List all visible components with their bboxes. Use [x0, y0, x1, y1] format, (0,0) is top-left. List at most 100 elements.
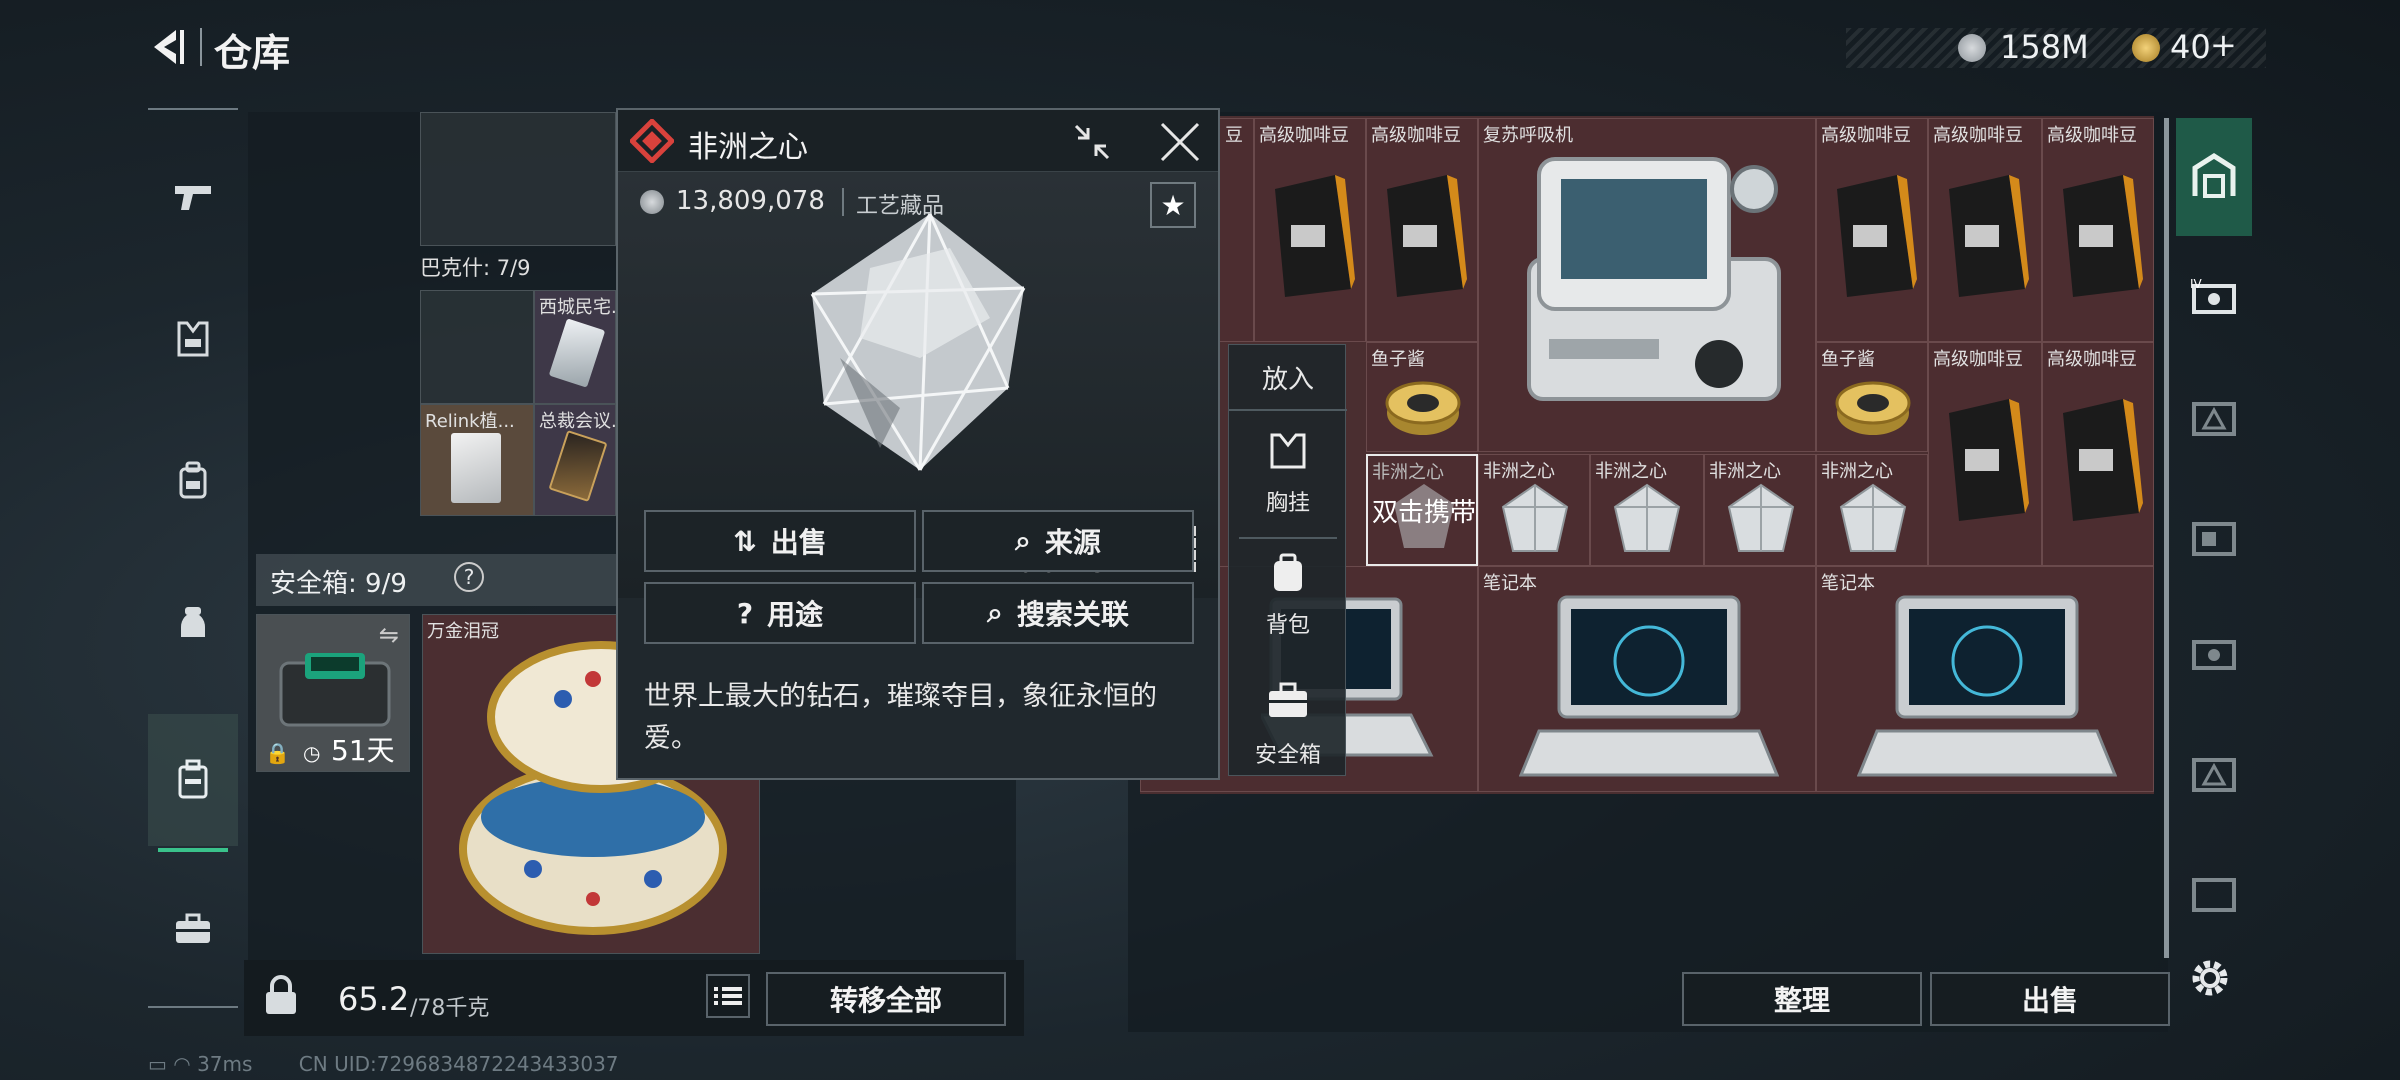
respirator-image: [1527, 157, 1781, 401]
sell-all-button[interactable]: 出售: [1930, 972, 2170, 1026]
sell-button[interactable]: ⇅ 出售: [644, 510, 916, 572]
timer-icon: ◷: [303, 741, 321, 765]
sort-button[interactable]: 整理: [1682, 972, 1922, 1026]
nav-vest[interactable]: [148, 294, 238, 384]
bag-item-keycard-1[interactable]: 西城民宅...: [534, 290, 628, 404]
search-related-button[interactable]: ⌕ 搜索关联: [922, 582, 1194, 644]
laptop-image: [1857, 595, 2117, 777]
grid-item-coffee[interactable]: 高级咖啡豆: [2042, 118, 2154, 342]
warehouse-tab-6[interactable]: [2176, 720, 2252, 830]
storage-unit-icon: [2192, 758, 2236, 792]
nav-safebox[interactable]: [148, 714, 238, 852]
warehouse-scrollbar[interactable]: [2164, 118, 2169, 958]
warehouse-tab-4[interactable]: IV: [2176, 244, 2252, 354]
favorite-button[interactable]: ★: [1150, 182, 1196, 228]
grid-item-coffee[interactable]: 高级咖啡豆: [1928, 342, 2042, 566]
bag-empty-slot[interactable]: [420, 290, 534, 404]
money-icon: [640, 190, 664, 214]
search-related-label: 搜索关联: [1016, 598, 1129, 631]
warehouse-tab-3[interactable]: [2176, 364, 2252, 474]
grid-item-caviar[interactable]: 鱼子酱: [1816, 342, 1928, 452]
item-name: 非洲之心: [688, 130, 808, 165]
safe-device-image: [279, 653, 391, 727]
coffee-bag-image: [1949, 399, 2029, 521]
grid-item-laptop[interactable]: 笔记本: [1816, 566, 2154, 792]
weight-value: 65.2: [338, 980, 410, 1018]
item-description: 世界上最大的钻石，璀璨夺目，象征永恒的爱。: [644, 681, 1157, 754]
nav-backpack[interactable]: [148, 436, 238, 526]
swap-icon[interactable]: ⇋: [379, 621, 399, 649]
grid-item-heart-selected[interactable]: 非洲之心 双击携带: [1366, 454, 1478, 566]
grid-item-coffee[interactable]: 高级咖啡豆: [1254, 118, 1366, 342]
money-icon: [1958, 34, 1986, 62]
transfer-all-button[interactable]: 转移全部: [766, 972, 1006, 1026]
item-label: 高级咖啡豆: [2047, 349, 2137, 370]
grid-item-heart[interactable]: 非洲之心: [1816, 454, 1928, 566]
popup-header: 非洲之心: [618, 110, 1218, 172]
vest-icon: [1270, 433, 1306, 469]
uid-text: CN UID:7296834872243433037: [298, 1052, 619, 1076]
backpack-icon: [1274, 553, 1302, 591]
close-button[interactable]: [1158, 120, 1202, 164]
grid-item-coffee[interactable]: 高级咖啡豆: [1366, 118, 1478, 342]
list-view-button[interactable]: [706, 974, 750, 1018]
diamond-image: [1613, 483, 1681, 552]
add-coin-button[interactable]: +: [2210, 26, 2237, 64]
item-label: 高级咖啡豆: [1933, 125, 2023, 146]
item-label: 高级咖啡豆: [2047, 125, 2137, 146]
safe-container-item[interactable]: ⇋ 🔒 ◷ 51天: [256, 614, 410, 772]
keycard-image: [451, 433, 501, 503]
item-detail-popup: 非洲之心 13,809,078 工艺藏品 ★ 0.62KG: [616, 108, 1220, 780]
star-icon: ★: [1160, 188, 1186, 222]
item-label: 高级咖啡豆: [1821, 125, 1911, 146]
put-in-safebox[interactable]: 安全箱: [1229, 677, 1347, 777]
bag-item-keycard-2[interactable]: Relink植...: [420, 404, 534, 516]
safe-help-button[interactable]: ?: [454, 562, 484, 592]
grid-item-laptop[interactable]: 笔记本: [1478, 566, 1816, 792]
grid-item-heart[interactable]: 非洲之心: [1704, 454, 1816, 566]
put-in-title: 放入: [1261, 365, 1314, 395]
put-in-label: 背包: [1265, 613, 1310, 638]
collapse-button[interactable]: [1072, 122, 1112, 162]
put-in-backpack[interactable]: 背包: [1229, 549, 1347, 659]
settings-button[interactable]: [2188, 956, 2232, 1004]
source-button[interactable]: ⌕ 来源: [922, 510, 1194, 572]
item-label: 高级咖啡豆: [1371, 125, 1461, 146]
grid-item-caviar[interactable]: 鱼子酱: [1366, 342, 1478, 452]
warehouse-tab-2[interactable]: [2176, 484, 2252, 594]
sell-label: 出售: [770, 526, 827, 559]
list-icon: [714, 987, 742, 1005]
grid-item-heart[interactable]: 非洲之心: [1590, 454, 1704, 566]
grid-item-heart[interactable]: 非洲之心: [1478, 454, 1590, 566]
nav-briefcase[interactable]: [148, 884, 238, 974]
warehouse-tab-active[interactable]: [2176, 118, 2252, 236]
helmet-icon: [181, 607, 205, 637]
put-in-vest[interactable]: 胸挂: [1229, 425, 1347, 535]
diamond-image: [1501, 483, 1569, 552]
nav-helmet[interactable]: [148, 578, 238, 668]
coffee-bag-image: [1387, 175, 1467, 297]
search-icon: ⌕: [1015, 524, 1031, 557]
laptop-image: [1519, 595, 1779, 777]
grid-item-coffee[interactable]: 高级咖啡豆: [2042, 342, 2154, 566]
cart-icon: ⇅: [733, 524, 757, 558]
item-label: 复苏呼吸机: [1483, 125, 1573, 146]
item-label: 鱼子酱: [1821, 349, 1875, 370]
nav-weapon[interactable]: [148, 152, 238, 242]
use-button[interactable]: ? 用途: [644, 582, 916, 644]
keycard-image: [548, 318, 606, 388]
grid-item-coffee[interactable]: 高级咖啡豆: [1816, 118, 1928, 342]
backpack-icon: [179, 461, 207, 499]
question-icon: ?: [736, 596, 754, 630]
gear-icon: [2192, 960, 2228, 996]
warehouse-tab-7[interactable]: [2176, 840, 2252, 950]
put-in-label: 安全箱: [1254, 743, 1321, 768]
bag-item-keycard-3[interactable]: 总裁会议...: [534, 404, 628, 516]
weight-max: /78千克: [410, 996, 490, 1021]
item-label: 西城民宅...: [539, 297, 629, 318]
warehouse-tab-5[interactable]: [2176, 600, 2252, 710]
bag-slot-top[interactable]: [420, 112, 616, 246]
grid-item-respirator[interactable]: 复苏呼吸机: [1478, 118, 1816, 452]
grid-item-coffee[interactable]: 高级咖啡豆: [1928, 118, 2042, 342]
back-button[interactable]: [146, 24, 192, 70]
